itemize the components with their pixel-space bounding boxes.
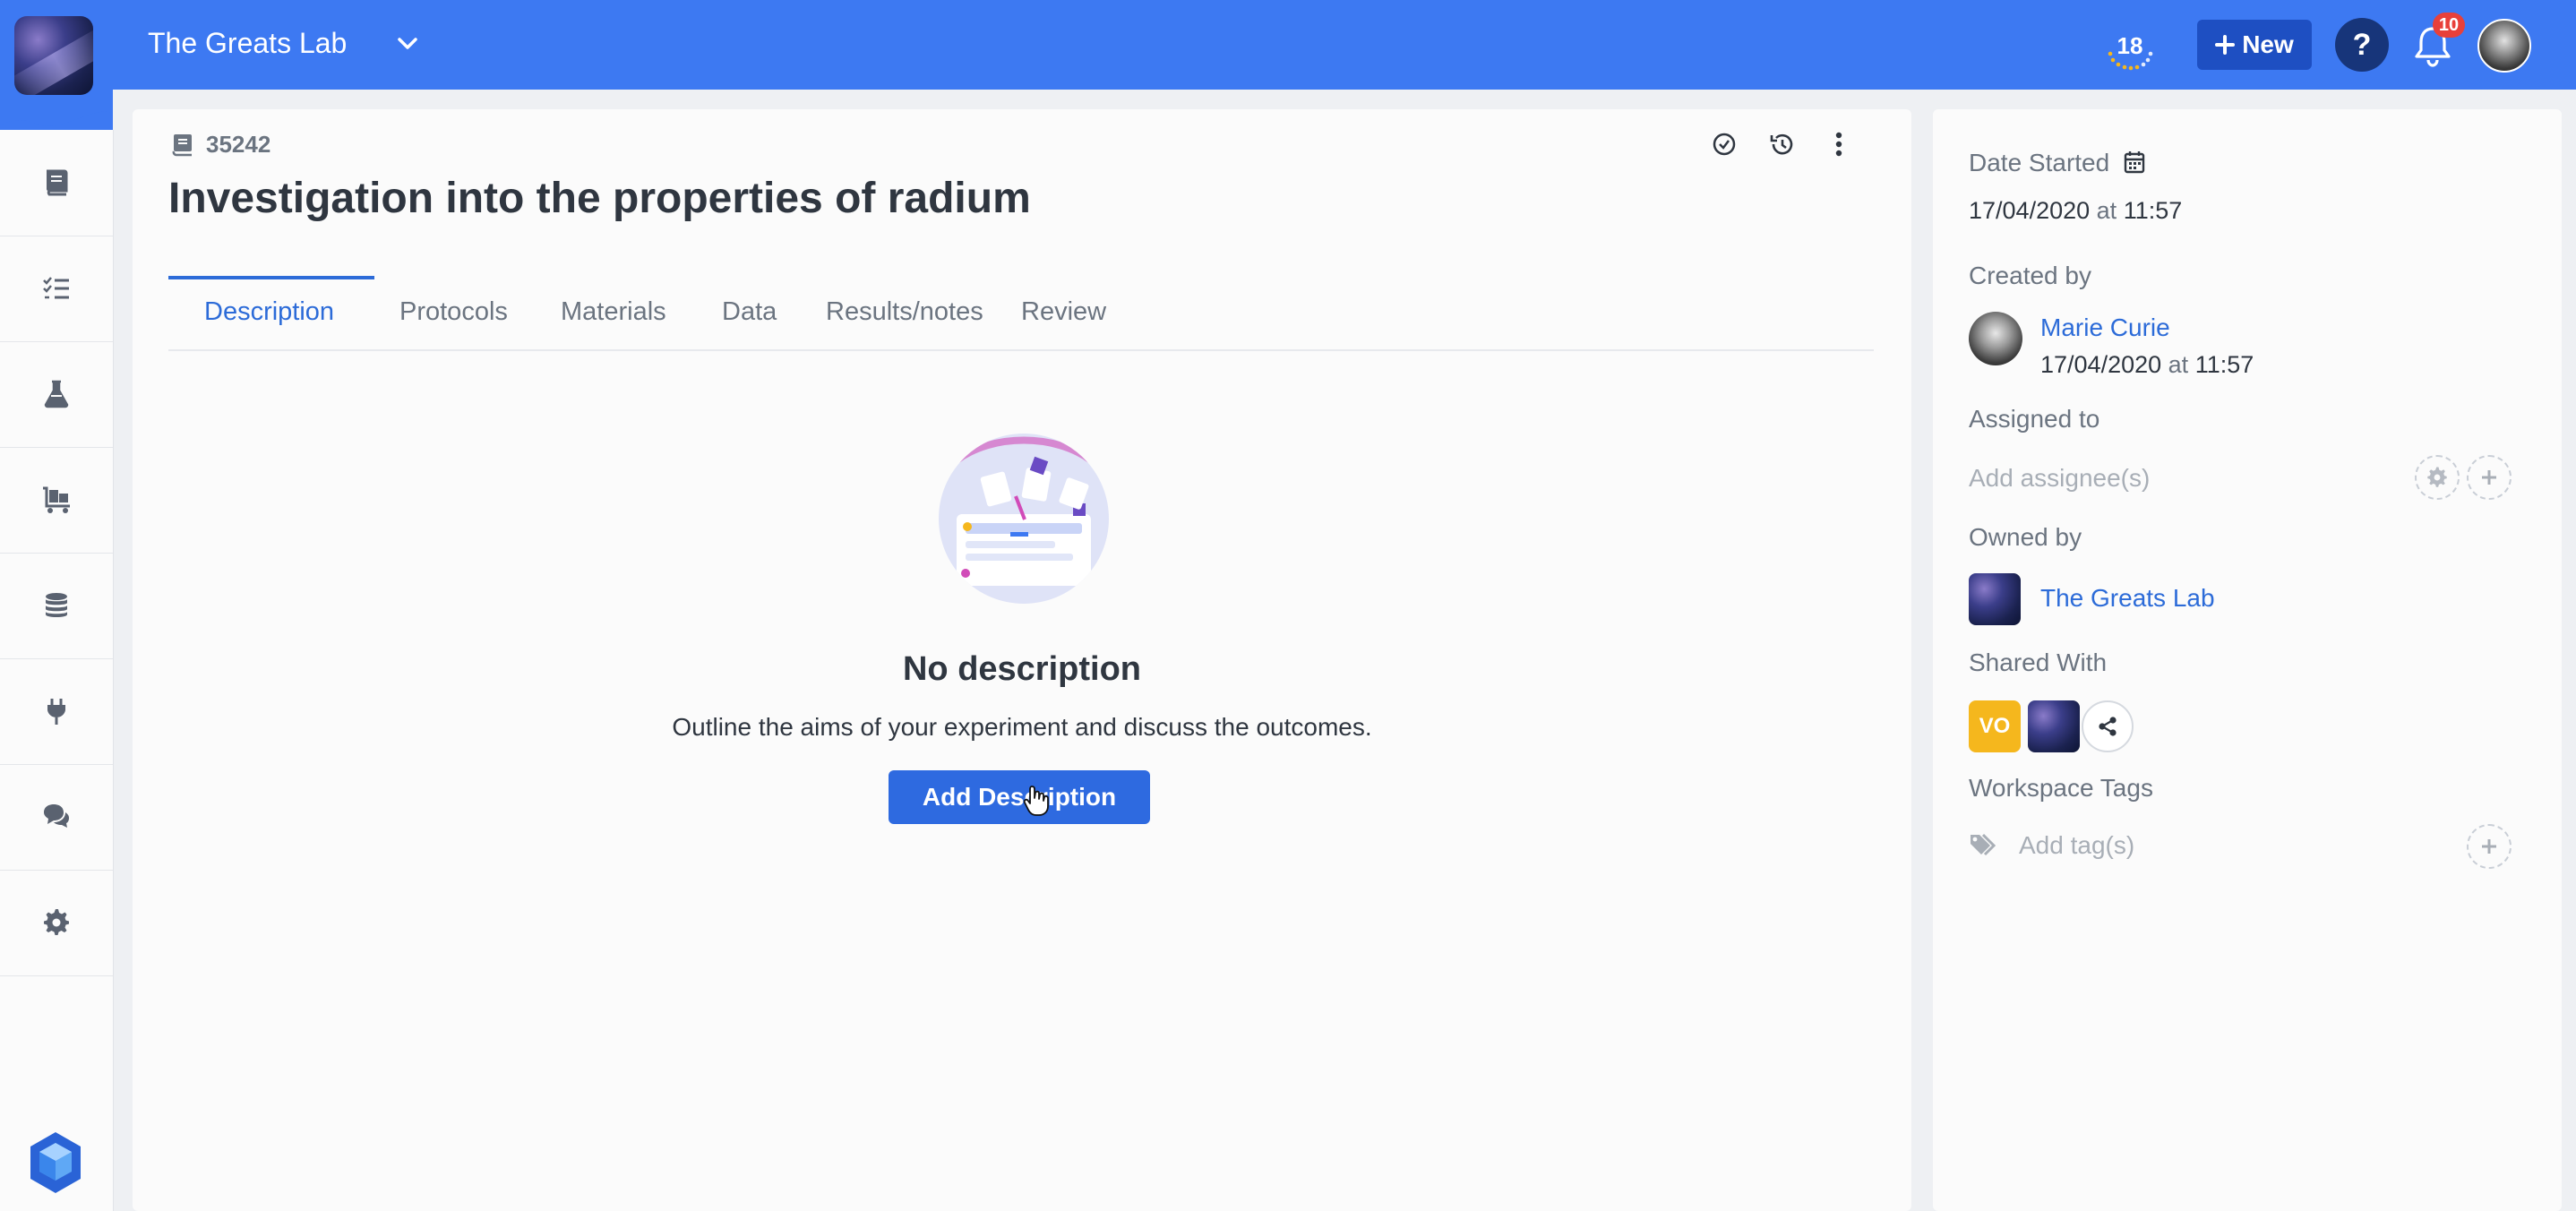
shared-group-avatar[interactable]: [2028, 700, 2080, 752]
kebab-menu-icon: [1835, 132, 1842, 157]
notebook-illustration: [954, 436, 1094, 586]
experiment-tabs: Description Protocols Materials Data Res…: [168, 274, 1874, 351]
created-at: at: [2168, 351, 2189, 378]
date-started-label: Date Started: [1969, 149, 2110, 176]
share-icon: [2099, 717, 2117, 736]
shared-with-label: Shared With: [1969, 648, 2108, 676]
shared-user-avatar[interactable]: VO: [1969, 700, 2021, 752]
sidebar-item-notebook[interactable]: [0, 130, 113, 236]
check-circle-icon: [1713, 133, 1736, 156]
share-button[interactable]: [2082, 700, 2134, 752]
assignee-input[interactable]: Add assignee(s): [1969, 464, 2150, 493]
plus-icon: [2482, 839, 2496, 854]
history-button[interactable]: [1766, 129, 1797, 159]
database-icon: [46, 593, 67, 617]
new-button-label: New: [2242, 30, 2294, 58]
sidebar-item-data[interactable]: [0, 553, 113, 659]
sidebar-item-settings[interactable]: [0, 870, 113, 976]
plug-icon: [47, 699, 65, 725]
owner-link[interactable]: The Greats Lab: [2040, 584, 2215, 612]
tab-review[interactable]: Review: [985, 274, 1142, 349]
owned-by-label: Owned by: [1969, 523, 2082, 551]
tags-icon: [1971, 833, 1996, 856]
book-icon: [47, 169, 68, 196]
empty-state-text: Outline the aims of your experiment and …: [672, 713, 1372, 741]
add-tag-button[interactable]: [2467, 824, 2512, 869]
experiment-panel: 35242 Investigation into the properties …: [133, 109, 1911, 1211]
sidebar-item-inventory[interactable]: [0, 447, 113, 554]
assigned-to-label: Assigned to: [1969, 405, 2100, 433]
chat-icon: [44, 804, 69, 828]
creator-name[interactable]: Marie Curie: [2040, 313, 2170, 342]
more-options-button[interactable]: [1824, 129, 1854, 159]
gear-icon: [2427, 467, 2447, 487]
notification-badge: 10: [2433, 13, 2465, 38]
user-avatar[interactable]: [2477, 19, 2531, 73]
workspace-logo[interactable]: [14, 16, 93, 95]
created-time: 11:57: [2194, 351, 2254, 378]
trolley-icon: [43, 486, 70, 513]
tags-input[interactable]: Add tag(s): [2019, 831, 2134, 860]
assignee-settings-button[interactable]: [2415, 455, 2460, 500]
calendar-icon[interactable]: [2124, 150, 2145, 174]
workspace-title[interactable]: The Greats Lab: [148, 27, 347, 60]
empty-state-title: No description: [902, 650, 1142, 688]
date-started-value[interactable]: 17/04/2020 at 11:57: [1969, 197, 2182, 225]
tab-protocols[interactable]: Protocols: [364, 274, 544, 349]
gear-icon: [44, 909, 69, 935]
creator-avatar: [1969, 312, 2022, 365]
add-assignee-button[interactable]: [2467, 455, 2512, 500]
creator-link[interactable]: Marie Curie: [2040, 313, 2170, 341]
hand-cursor-icon: [1023, 786, 1049, 816]
experiment-actions: [1709, 129, 1854, 159]
experiment-title[interactable]: Investigation into the properties of rad…: [168, 174, 1031, 223]
tab-description[interactable]: Description: [168, 274, 370, 349]
sidebar-item-integrations[interactable]: [0, 658, 113, 765]
details-panel: Date Started 17/04/2020 at 11:57 Created…: [1933, 109, 2562, 1211]
new-button[interactable]: New: [2197, 20, 2312, 70]
chevron-down-icon[interactable]: [394, 30, 421, 57]
sidebar: [0, 130, 114, 1211]
date-started-row: Date Started: [1969, 149, 2145, 177]
workspace-tags-label: Workspace Tags: [1969, 774, 2153, 802]
experiment-id-row: 35242: [172, 131, 270, 159]
top-bar: The Greats Lab 18 New ? 10: [0, 0, 2576, 90]
book-icon: [172, 133, 192, 156]
history-icon: [1770, 133, 1793, 155]
sign-off-button[interactable]: [1709, 129, 1739, 159]
date-started-at: at: [2096, 197, 2117, 224]
add-description-button[interactable]: Add Description: [889, 770, 1150, 824]
sidebar-item-tasks[interactable]: [0, 236, 113, 342]
owner-name-row[interactable]: The Greats Lab: [2040, 584, 2215, 613]
sidebar-item-messages[interactable]: [0, 764, 113, 871]
created-by-label: Created by: [1969, 262, 2091, 289]
created-datetime: 17/04/2020 at 11:57: [2040, 351, 2254, 379]
counter-value: 18: [2117, 32, 2143, 59]
app-logo-icon[interactable]: [27, 1130, 84, 1195]
progress-counter[interactable]: 18: [2101, 20, 2159, 77]
empty-state-illustration: [939, 434, 1109, 604]
sidebar-item-experiments[interactable]: [0, 341, 113, 448]
plus-icon: [2482, 470, 2496, 485]
flask-icon: [44, 380, 69, 408]
created-date: 17/04/2020: [2040, 351, 2162, 378]
active-tab-indicator: [168, 276, 374, 279]
experiment-id: 35242: [206, 131, 271, 158]
owner-avatar: [1969, 573, 2021, 625]
checklist-icon: [43, 277, 69, 299]
plus-icon: [2215, 35, 2236, 55]
workspace-logo-area: [0, 0, 113, 130]
date-started-time: 11:57: [2123, 197, 2183, 224]
tab-materials[interactable]: Materials: [525, 274, 702, 349]
date-started-date: 17/04/2020: [1969, 197, 2091, 224]
help-button[interactable]: ?: [2335, 18, 2389, 72]
